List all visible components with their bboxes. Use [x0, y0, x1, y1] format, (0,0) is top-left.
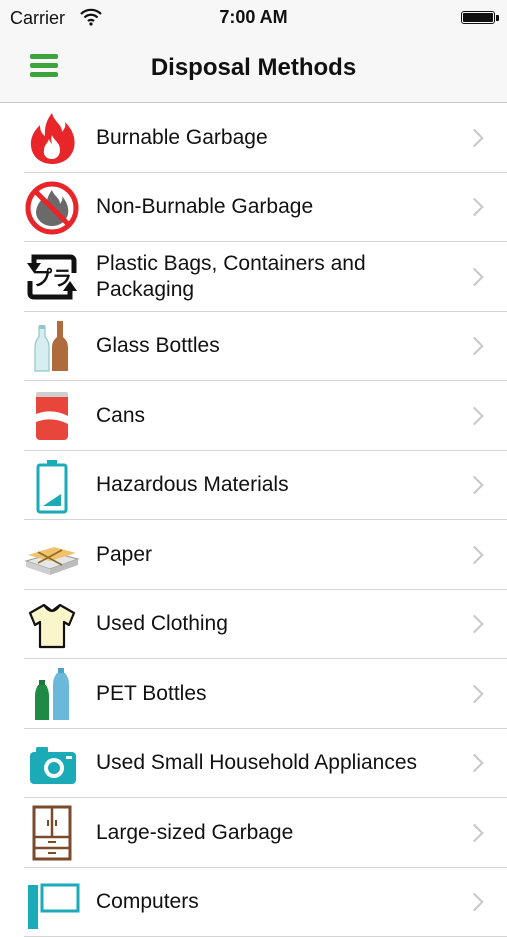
list-item-burnable-garbage[interactable]: Burnable Garbage	[0, 103, 507, 173]
chevron-right-icon	[465, 337, 483, 355]
list-item-label: Glass Bottles	[96, 333, 457, 359]
list-item-pet-bottles[interactable]: PET Bottles	[0, 659, 507, 729]
chevron-right-icon	[465, 129, 483, 147]
list-item-large-garbage[interactable]: Large-sized Garbage	[0, 798, 507, 868]
chevron-right-icon	[465, 268, 483, 286]
camera-icon	[24, 736, 80, 792]
svg-text:プラ: プラ	[32, 266, 72, 290]
list-item-label: Plastic Bags, Containers and Packaging	[96, 251, 457, 303]
list-item-non-burnable-garbage[interactable]: Non-Burnable Garbage	[0, 173, 507, 243]
list-item-label: Hazardous Materials	[96, 472, 457, 498]
list-item-label: Non-Burnable Garbage	[96, 194, 457, 220]
shirt-icon	[24, 597, 80, 653]
list-item-label: Computers	[96, 889, 457, 915]
page-title: Disposal Methods	[0, 54, 507, 82]
chevron-right-icon	[465, 407, 483, 425]
battery-icon	[24, 458, 80, 514]
list-item-cans[interactable]: Cans	[0, 381, 507, 451]
list-item-label: Burnable Garbage	[96, 125, 457, 151]
list-item-hazardous-materials[interactable]: Hazardous Materials	[0, 451, 507, 521]
can-icon	[24, 388, 80, 444]
battery-tip	[496, 15, 499, 21]
battery-icon	[461, 11, 495, 24]
list-item-used-clothing[interactable]: Used Clothing	[0, 590, 507, 660]
list-item-small-appliances[interactable]: Used Small Household Appliances	[0, 729, 507, 799]
paper-bundle-icon	[24, 527, 80, 583]
chevron-right-icon	[465, 615, 483, 633]
plastic-recycle-icon: プラ	[24, 249, 80, 305]
list-item-label: Large-sized Garbage	[96, 820, 457, 846]
navigation-bar: Disposal Methods	[0, 36, 507, 103]
list-item-label: Used Clothing	[96, 611, 457, 637]
cabinet-icon	[24, 805, 80, 861]
glass-bottles-icon	[24, 319, 80, 375]
chevron-right-icon	[465, 198, 483, 216]
list-item-plastic-packaging[interactable]: プラ Plastic Bags, Containers and Packagin…	[0, 242, 507, 312]
list-item-label: Cans	[96, 403, 457, 429]
disposal-method-list: Burnable Garbage Non-Burnable Garbage プラ…	[0, 103, 507, 937]
chevron-right-icon	[465, 824, 483, 842]
status-time: 7:00 AM	[0, 7, 507, 28]
fire-icon	[24, 110, 80, 166]
chevron-right-icon	[465, 546, 483, 564]
list-item-label: Used Small Household Appliances	[96, 750, 457, 776]
chevron-right-icon	[465, 685, 483, 703]
no-fire-icon	[24, 180, 80, 236]
list-item-glass-bottles[interactable]: Glass Bottles	[0, 312, 507, 382]
chevron-right-icon	[465, 476, 483, 494]
list-item-computers[interactable]: Computers	[0, 868, 507, 937]
chevron-right-icon	[465, 893, 483, 911]
status-bar: Carrier 7:00 AM	[0, 0, 507, 36]
computer-icon	[24, 875, 80, 931]
pet-bottles-icon	[24, 666, 80, 722]
list-item-label: Paper	[96, 542, 457, 568]
list-item-label: PET Bottles	[96, 681, 457, 707]
list-item-paper[interactable]: Paper	[0, 520, 507, 590]
chevron-right-icon	[465, 754, 483, 772]
